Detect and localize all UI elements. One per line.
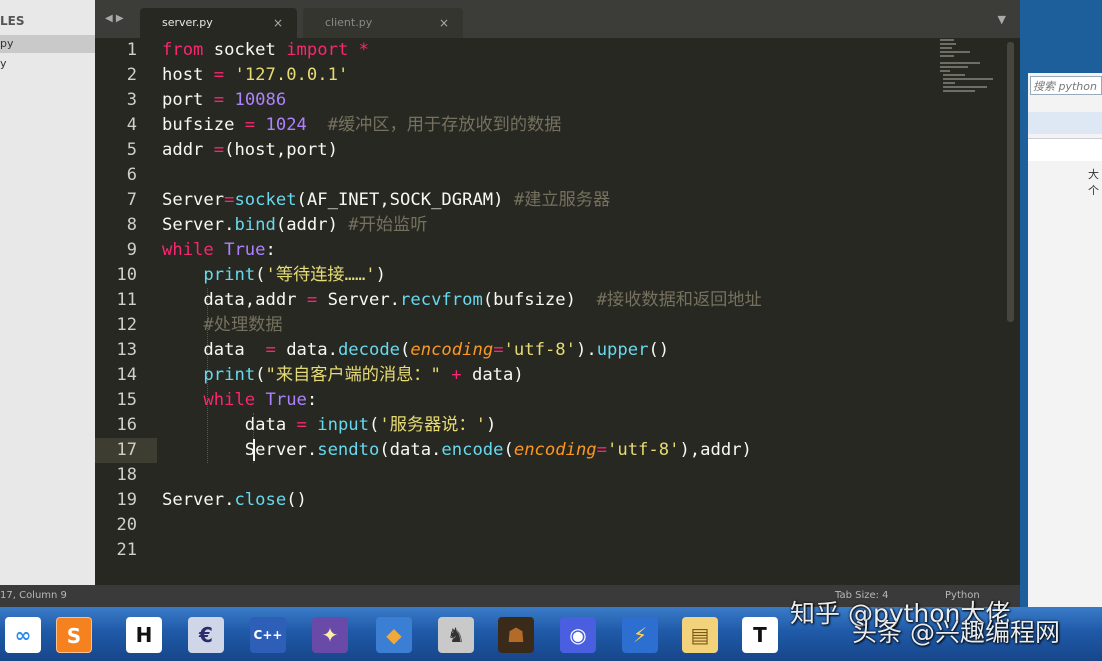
line-number: 3 [126,90,137,110]
code-line[interactable]: data = data.decode(encoding='utf-8').upp… [162,338,669,363]
line-number: 20 [116,515,137,535]
vertical-scrollbar[interactable] [1007,42,1014,322]
line-number: 2 [126,65,137,85]
sublime-text-icon[interactable]: S [56,617,92,653]
tab-bar: ◀ ▶ server.py × client.py × ▼ [95,0,1020,38]
line-number: 17 [95,438,157,463]
file-explorer-icon[interactable]: ▤ [682,617,718,653]
minimap-line [940,47,952,49]
eclipse-icon[interactable]: € [188,617,224,653]
sidebar-header: LES [0,14,25,28]
hbuilder-icon[interactable]: H [126,617,162,653]
dev-cpp-icon[interactable]: C++ [250,617,286,653]
typora-icon[interactable]: T [742,617,778,653]
code-line[interactable]: host = '127.0.0.1' [162,63,348,88]
minimap-line [940,39,954,41]
minimap-line [940,43,956,45]
line-number-gutter: 1 2 3 4 5 6 7 8 9 10 11 12 13 14 15 16 17 18 19 20 21 [95,38,157,585]
line-number: 19 [116,490,137,510]
line-number: 5 [126,140,137,160]
code-line[interactable]: while True: [162,238,276,263]
thunder-icon[interactable]: ⚡ [622,617,658,653]
minimap-line [943,90,975,92]
app-icon[interactable]: ◆ [376,617,412,653]
line-number: 9 [126,240,137,260]
sidebar-item-client[interactable]: y [0,55,95,73]
minimap-line [943,74,965,76]
code-line[interactable]: Server=socket(AF_INET,SOCK_DGRAM) #建立服务器 [162,188,610,213]
line-number: 18 [116,465,137,485]
minimap-line [943,86,987,88]
minimap-line [943,82,955,84]
line-number: 12 [116,315,137,335]
minimap-line [940,62,980,64]
editor-window: ◀ ▶ server.py × client.py × ▼ 1234567891… [95,0,1020,585]
minimap-line [943,78,993,80]
line-number: 8 [126,215,137,235]
code-line[interactable]: Server.bind(addr) #开始监听 [162,213,427,238]
line-number: 1 [126,40,137,60]
line-number: 11 [116,290,137,310]
tab-client-py[interactable]: client.py × [303,8,463,38]
sidebar-item-server[interactable]: py [0,35,95,53]
watermark-toutiao: 头条 @兴趣编程网 [852,618,1060,647]
code-line[interactable]: data,addr = Server.recvfrom(bufsize) #接收… [162,288,761,313]
background-toolbar [1028,112,1102,134]
code-line[interactable]: print('等待连接……') [162,263,386,288]
minimap-line [940,70,950,72]
minimap-line [940,55,954,57]
line-number: 14 [116,365,137,385]
code-line[interactable]: from socket import * [162,38,369,63]
code-line[interactable]: port = 10086 [162,88,286,113]
tab-label: server.py [162,16,213,29]
code-editor[interactable]: from socket import * host = '127.0.0.1' po… [157,38,935,585]
line-number: 10 [116,265,137,285]
line-number: 16 [116,415,137,435]
code-line[interactable]: #处理数据 [162,313,282,338]
tab-nav-arrows-icon[interactable]: ◀ ▶ [105,12,124,26]
line-number: 4 [126,115,137,135]
background-text: 大个 [1088,168,1099,197]
code-line[interactable]: print("来自客户端的消息：" + data) [162,363,523,388]
counter-strike-icon[interactable]: ♞ [438,617,474,653]
warcraft-icon[interactable]: ☗ [498,617,534,653]
minimap-line [940,66,968,68]
minimap-line [940,51,970,53]
code-line[interactable]: while True: [162,388,317,413]
code-line[interactable]: Server.close() [162,488,307,513]
browser-icon[interactable]: ◉ [560,617,596,653]
code-line[interactable]: bufsize = 1024 #缓冲区，用于存放收到的数据 [162,113,561,138]
close-icon[interactable]: × [273,8,283,38]
tab-server-py[interactable]: server.py × [140,8,297,38]
line-number: 21 [116,540,137,560]
tab-label: client.py [325,16,373,29]
search-input[interactable]: 搜索 python [1030,76,1102,95]
baidu-netdisk-icon[interactable]: ∞ [5,617,41,653]
code-line[interactable]: addr =(host,port) [162,138,338,163]
line-number: 7 [126,190,137,210]
tab-menu-chevron-down-icon[interactable]: ▼ [998,13,1006,26]
line-number: 13 [116,340,137,360]
background-toolbar [1028,138,1102,161]
close-icon[interactable]: × [439,8,449,38]
code-line[interactable]: data = input('服务器说：') [162,413,497,438]
line-number: 15 [116,390,137,410]
line-number: 6 [126,165,137,185]
code-line[interactable]: Server.sendto(data.encode(encoding='utf-… [162,438,752,463]
sidebar: LES py y [0,0,95,585]
cursor-position-text: 17, Column 9 [0,590,67,601]
minimap[interactable] [940,38,1005,98]
game-icon[interactable]: ✦ [312,617,348,653]
